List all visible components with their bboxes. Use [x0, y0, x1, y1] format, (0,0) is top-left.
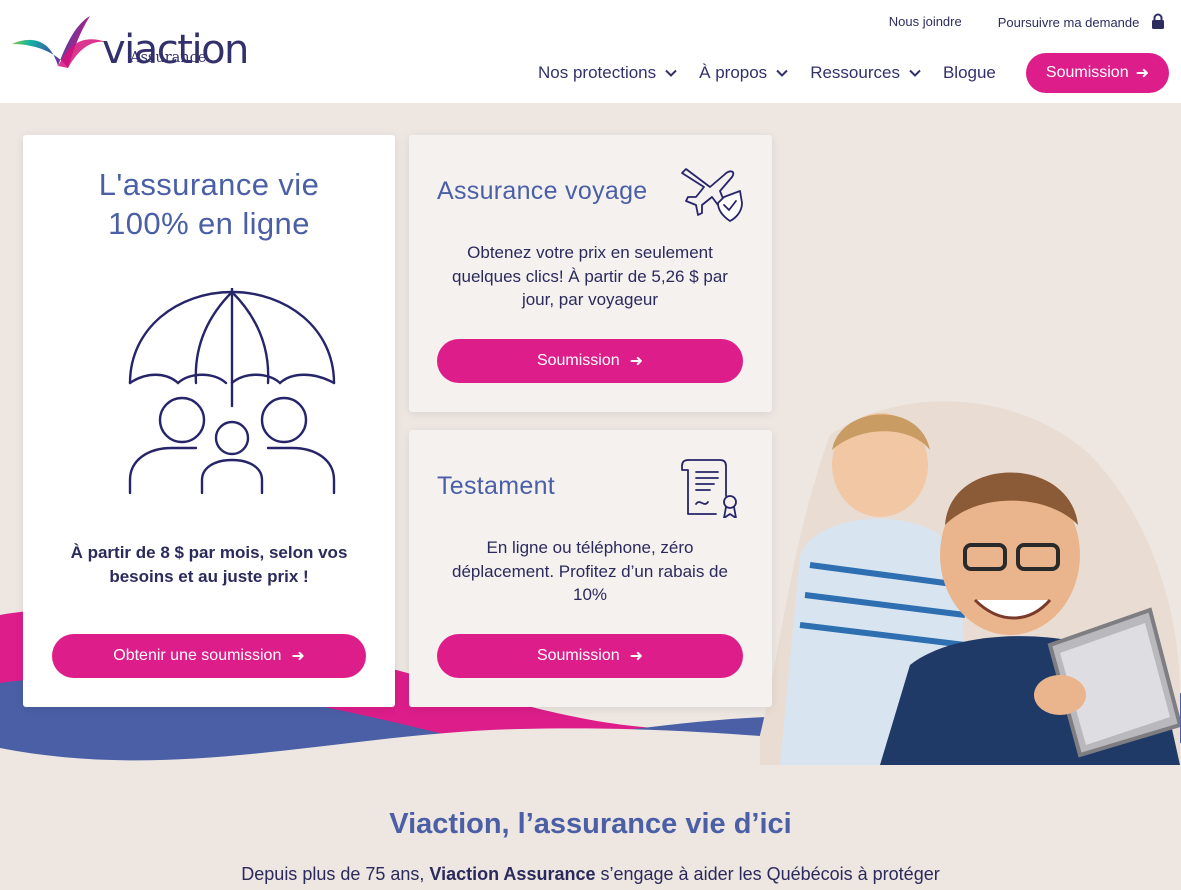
utility-links: Nous joindre Poursuivre ma demande [889, 13, 1165, 30]
chevron-down-icon [776, 69, 788, 77]
about-paragraph: Depuis plus de 75 ans, Viaction Assuranc… [0, 864, 1181, 885]
life-insurance-title: L'assurance vie 100% en ligne [23, 165, 395, 243]
about-text-start: Depuis plus de 75 ans, [241, 864, 430, 884]
chevron-down-icon [909, 69, 921, 77]
logo-mark-icon [12, 16, 106, 68]
father-son-tablet-photo [760, 401, 1180, 765]
get-quote-label: Obtenir une soumission [113, 647, 282, 664]
site-header: viaction Assurance Nous joindre Poursuiv… [0, 0, 1181, 103]
arrow-right-icon: ➜ [291, 648, 305, 665]
about-brand-name: Viaction Assurance [429, 864, 596, 884]
umbrella-family-icon [128, 288, 336, 495]
will-quote-label: Soumission [536, 647, 620, 664]
travel-insurance-title: Assurance voyage [437, 177, 648, 205]
travel-quote-button[interactable]: Soumission ➜ [437, 339, 743, 383]
nav-resources[interactable]: Ressources [810, 63, 921, 83]
will-quote-button[interactable]: Soumission ➜ [437, 634, 743, 678]
nav-protections-label: Nos protections [538, 63, 657, 82]
arrow-right-icon: ➜ [629, 648, 644, 665]
contact-link[interactable]: Nous joindre [889, 14, 962, 29]
lock-icon [1152, 13, 1164, 29]
travel-quote-label: Soumission [536, 352, 620, 369]
nav-about-label: À propos [699, 63, 768, 82]
nav-resources-label: Ressources [810, 63, 900, 82]
plane-shield-icon [681, 168, 743, 222]
about-heading: Viaction, l’assurance vie d’ici [389, 808, 792, 840]
nav-blog[interactable]: Blogue [943, 63, 996, 83]
life-insurance-card: L'assurance vie 100% en ligne À partir d… [23, 135, 395, 707]
get-quote-button[interactable]: Obtenir une soumission ➜ [52, 634, 366, 678]
main-nav: Nos protections À propos Ressources Blog… [538, 53, 1169, 93]
viaction-logo[interactable]: viaction Assurance [10, 14, 249, 72]
nav-about[interactable]: À propos [699, 63, 788, 83]
chevron-down-icon [665, 69, 677, 77]
will-title: Testament [437, 472, 556, 500]
nav-protections[interactable]: Nos protections [538, 63, 677, 83]
will-text: En ligne ou téléphone, zéro déplacement.… [452, 538, 728, 604]
title-line-2: 100% en ligne [108, 206, 310, 241]
arrow-right-icon: ➜ [1135, 65, 1149, 82]
track-request-label: Poursuivre ma demande [997, 15, 1140, 30]
life-insurance-price-text: À partir de 8 $ par mois, selon vos beso… [70, 543, 348, 586]
travel-insurance-text: Obtenez votre prix en seulement quelques… [452, 243, 728, 309]
travel-insurance-card: Assurance voyage Obtenez votre prix en s… [409, 135, 772, 412]
document-signature-icon [681, 459, 737, 518]
header-quote-label: Soumission [1045, 64, 1129, 81]
title-line-1: L'assurance vie [98, 167, 320, 202]
arrow-right-icon: ➜ [629, 353, 644, 370]
will-card: Testament En ligne ou téléphone, zéro dé… [409, 430, 772, 707]
logo-subtitle: Assurance [130, 50, 207, 66]
track-request-link[interactable]: Poursuivre ma demande [998, 13, 1165, 30]
about-text-end: s’engage à aider les Québécois à protége… [595, 864, 940, 884]
header-quote-button[interactable]: Soumission ➜ [1025, 53, 1169, 93]
